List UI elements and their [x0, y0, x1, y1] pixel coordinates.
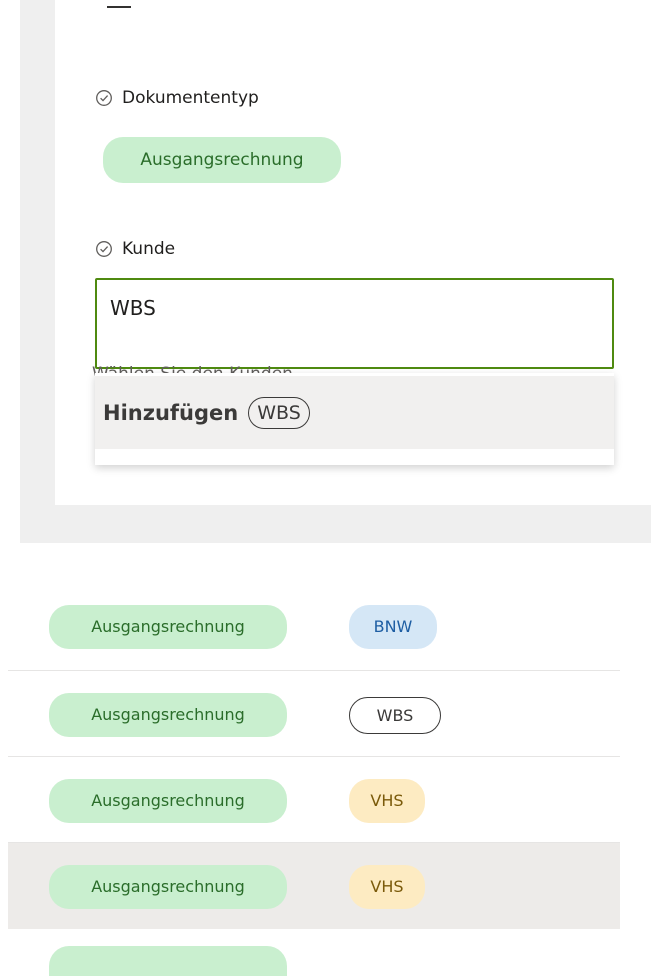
checkmark-circle-icon	[95, 89, 113, 107]
doctype-label-text: Dokumententyp	[122, 88, 259, 108]
customer-input-value: WBS	[110, 296, 156, 320]
customer-field-label: Kunde	[95, 239, 175, 259]
table-row[interactable]: Ausgangsrechnung WBS	[8, 671, 620, 757]
table-row[interactable]: Ausgangsrechnung VHS	[8, 757, 620, 843]
doctype-pill: Ausgangsrechnung	[49, 779, 287, 823]
customer-label-text: Kunde	[122, 239, 176, 259]
checkmark-circle-icon	[95, 240, 113, 258]
doctype-value-pill[interactable]: Ausgangsrechnung	[103, 137, 341, 183]
collapse-dash-icon[interactable]	[107, 6, 131, 8]
table-row[interactable]: Ausgangsrechnung VHS	[8, 843, 620, 929]
customer-pill: VHS	[349, 779, 425, 823]
add-option-label: Hinzufügen	[103, 400, 239, 425]
customer-input[interactable]: WBS	[95, 278, 614, 369]
table-row[interactable]: Ausgangsrechnung BNW	[8, 585, 620, 671]
doctype-pill: Ausgangsrechnung	[49, 865, 287, 909]
customer-pill: VHS	[349, 865, 425, 909]
customer-dropdown: Hinzufügen WBS	[95, 373, 614, 465]
doctype-field-label: Dokumententyp	[95, 88, 259, 108]
customer-pill: WBS	[349, 697, 441, 734]
doctype-pill: Ausgangsrechnung	[49, 693, 287, 737]
customer-pill: BNW	[349, 605, 437, 649]
add-customer-option[interactable]: Hinzufügen WBS	[95, 376, 614, 449]
doctype-pill: Ausgangsrechnung	[49, 605, 287, 649]
add-option-value-chip: WBS	[248, 396, 310, 429]
partial-row-pill	[49, 946, 287, 976]
